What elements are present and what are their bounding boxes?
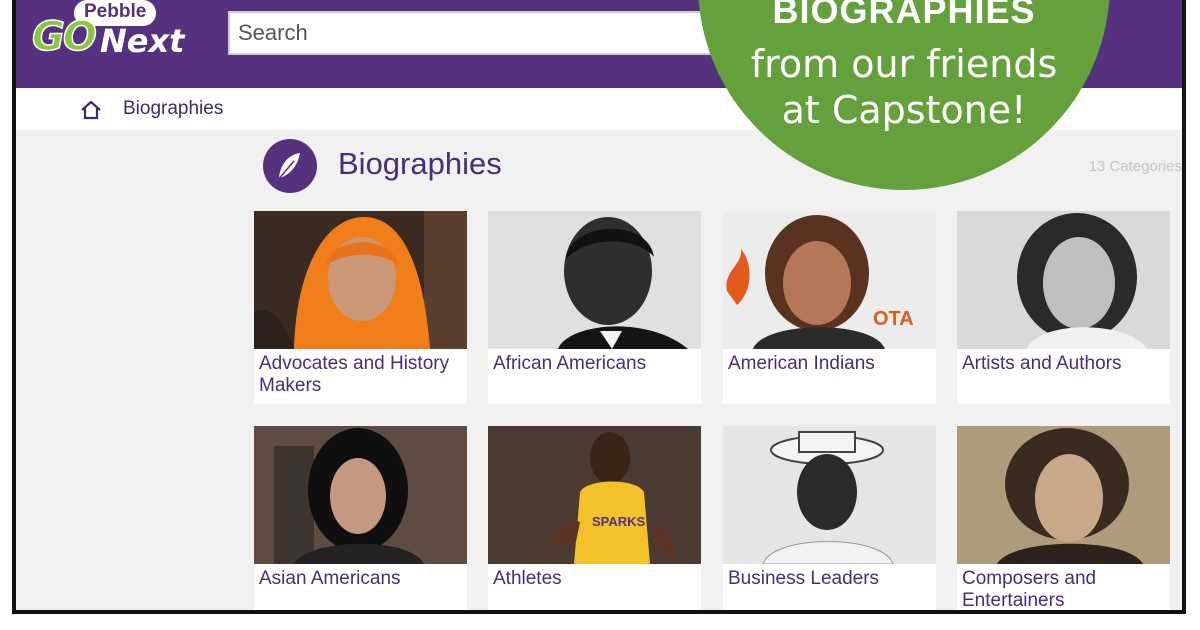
category-label: Composers and Entertainers xyxy=(962,568,1097,611)
category-card-advocates[interactable]: Advocates and History Makers xyxy=(254,211,467,404)
badge-title: BIOGRAPHIES xyxy=(772,0,1036,31)
photo-composers-entertainers xyxy=(957,426,1170,564)
pebblego-next-logo[interactable]: Pebble GO Next xyxy=(30,0,200,62)
category-card-composers-entertainers[interactable]: Composers and Entertainers xyxy=(957,426,1170,611)
photo-artists-authors xyxy=(957,211,1170,349)
category-card-athletes[interactable]: SPARKS Athletes xyxy=(488,426,701,610)
photo-business-leaders xyxy=(723,426,936,564)
photo-athletes: SPARKS xyxy=(488,426,701,564)
home-icon[interactable] xyxy=(80,100,102,120)
category-count: 13 Categories xyxy=(1088,158,1182,175)
svg-text:SPARKS: SPARKS xyxy=(592,514,646,529)
category-label: American Indians xyxy=(728,353,875,374)
category-card-african-americans[interactable]: African Americans xyxy=(488,211,701,404)
badge-line-2: at Capstone! xyxy=(781,88,1027,132)
category-label: Athletes xyxy=(493,568,562,589)
page-title: Biographies xyxy=(338,146,502,181)
photo-advocates xyxy=(254,211,467,349)
feather-icon xyxy=(263,139,317,193)
photo-american-indians: OTA xyxy=(723,211,936,349)
photo-african-americans xyxy=(488,211,701,349)
category-label: Advocates and History Makers xyxy=(259,353,450,396)
badge-line-1: from our friends xyxy=(750,42,1058,86)
breadcrumb-biographies[interactable]: Biographies xyxy=(123,98,223,120)
svg-text:OTA: OTA xyxy=(873,308,914,330)
logo-next-text: Next xyxy=(100,22,185,60)
photo-asian-americans xyxy=(254,426,467,564)
category-label: Artists and Authors xyxy=(962,353,1122,374)
logo-go-text: GO xyxy=(31,13,97,61)
category-label: Business Leaders xyxy=(728,568,880,589)
category-card-american-indians[interactable]: OTA American Indians xyxy=(723,211,936,404)
category-label: African Americans xyxy=(493,353,647,374)
category-card-asian-americans[interactable]: Asian Americans xyxy=(254,426,467,610)
category-card-artists-authors[interactable]: Artists and Authors xyxy=(957,211,1170,404)
category-card-business-leaders[interactable]: Business Leaders xyxy=(723,426,936,610)
category-label: Asian Americans xyxy=(259,568,401,589)
